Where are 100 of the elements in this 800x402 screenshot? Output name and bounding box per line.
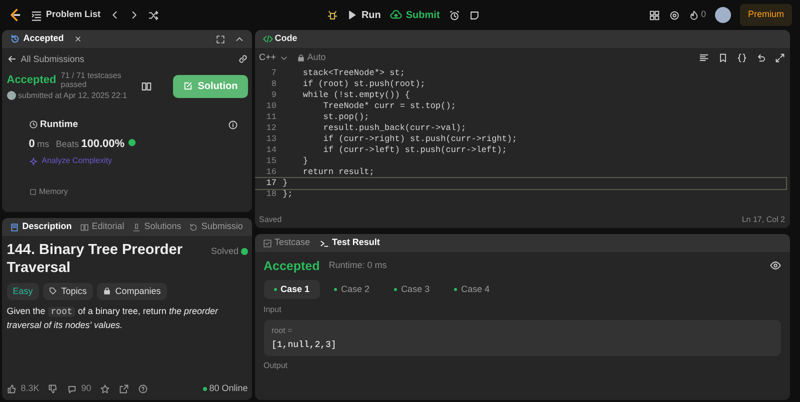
case-dot bbox=[334, 288, 338, 291]
lock-icon bbox=[103, 287, 112, 296]
output-label: Output bbox=[264, 360, 289, 372]
memory-label: Memory bbox=[39, 186, 68, 198]
all-submissions-link[interactable]: All Submissions bbox=[6, 52, 84, 66]
line-number: 17 bbox=[265, 178, 278, 189]
problem-list-button[interactable]: Problem List bbox=[31, 8, 101, 22]
checkbox-icon bbox=[262, 238, 272, 248]
code-line: return result; bbox=[302, 167, 374, 178]
line-number: 8 bbox=[270, 79, 278, 90]
expand-icon[interactable] bbox=[775, 53, 785, 63]
code-line: while (!st.empty()) { bbox=[302, 90, 410, 101]
debug-icon[interactable] bbox=[327, 10, 338, 20]
cloud-upload-icon bbox=[390, 9, 402, 21]
code-title: Code bbox=[274, 32, 298, 46]
online-dot bbox=[202, 386, 207, 391]
avatar-circle bbox=[6, 91, 16, 100]
chevron-up-icon[interactable] bbox=[235, 34, 244, 44]
online-count: 80 Online bbox=[209, 382, 248, 395]
document-icon bbox=[10, 222, 20, 232]
companies-tag[interactable]: Companies bbox=[97, 282, 167, 300]
case-tab[interactable]: Case 3 bbox=[384, 280, 440, 300]
comments-button[interactable]: 90 bbox=[67, 382, 92, 396]
case-dot bbox=[454, 288, 458, 291]
code-line: if (root) st.push(root); bbox=[302, 79, 426, 90]
code-line: if (curr->left) st.push(curr->left); bbox=[322, 145, 507, 156]
code-line: if (curr->right) st.push(curr->right); bbox=[322, 134, 518, 145]
panel-tab[interactable]: Editorial bbox=[80, 220, 124, 234]
input-label: Input bbox=[264, 304, 282, 316]
accepted-tab[interactable]: Accepted bbox=[10, 32, 64, 46]
panel-tab[interactable]: Submissio bbox=[189, 220, 243, 234]
line-number: 15 bbox=[265, 156, 278, 167]
share-icon[interactable] bbox=[119, 384, 130, 394]
star-icon[interactable] bbox=[100, 384, 110, 394]
play-icon bbox=[347, 10, 358, 20]
fullscreen-icon[interactable] bbox=[216, 34, 226, 44]
grid-icon[interactable] bbox=[648, 10, 660, 20]
line-number: 7 bbox=[270, 68, 278, 79]
language-select[interactable]: C++ bbox=[259, 51, 288, 65]
help-icon[interactable] bbox=[138, 384, 148, 394]
alarm-clock-icon[interactable] bbox=[448, 10, 460, 20]
streak-count: 0 bbox=[700, 8, 706, 22]
book-icon[interactable] bbox=[140, 80, 152, 92]
eye-icon[interactable] bbox=[770, 260, 780, 272]
panel-tab[interactable]: Solutions bbox=[132, 220, 182, 234]
input-value: [1,null,2,3] bbox=[272, 340, 338, 350]
book-icon bbox=[80, 222, 89, 232]
bookmark-icon[interactable] bbox=[718, 53, 728, 63]
submit-button[interactable]: Submit bbox=[390, 8, 440, 22]
line-number: 14 bbox=[265, 145, 278, 156]
memory-icon bbox=[28, 188, 37, 196]
note-icon[interactable] bbox=[468, 10, 480, 20]
case-tab[interactable]: Case 4 bbox=[444, 280, 500, 300]
flame-icon[interactable] bbox=[688, 10, 699, 20]
thumbs-down-icon[interactable] bbox=[48, 384, 58, 394]
panel-tab[interactable]: Description bbox=[10, 220, 72, 234]
panel-tab[interactable]: Testcase bbox=[262, 236, 310, 250]
panel-tab[interactable]: Test Result bbox=[320, 236, 380, 250]
difficulty-tag[interactable]: Easy bbox=[6, 282, 39, 300]
comment-icon bbox=[67, 384, 78, 394]
parameter-name: root = bbox=[272, 325, 294, 338]
beats-value: 100.00% bbox=[81, 137, 125, 152]
run-button[interactable]: Run bbox=[347, 8, 381, 22]
avatar-circle[interactable] bbox=[714, 7, 731, 23]
runtime-label: Runtime bbox=[40, 118, 78, 132]
problem-title: 144. Binary Tree Preorder Traversal bbox=[6, 240, 184, 278]
code-line: result.push_back(curr->val); bbox=[322, 123, 466, 134]
line-number: 11 bbox=[265, 112, 278, 123]
beats-label: Beats bbox=[56, 138, 79, 152]
line-number: 18 bbox=[265, 189, 278, 200]
submitted-time: submitted at Apr 12, 2025 22:1 bbox=[18, 90, 127, 102]
chevron-down-icon bbox=[280, 54, 288, 62]
info-icon[interactable] bbox=[228, 120, 238, 130]
like-button[interactable]: 8.3K bbox=[6, 382, 40, 396]
sparkle-icon bbox=[28, 156, 38, 166]
format-icon[interactable] bbox=[699, 53, 709, 63]
undo-icon[interactable] bbox=[756, 53, 766, 63]
topics-tag[interactable]: Topics bbox=[43, 282, 93, 300]
arrow-left-icon bbox=[6, 54, 17, 64]
solved-label: Solved bbox=[210, 244, 238, 258]
logo-icon[interactable] bbox=[8, 8, 22, 22]
premium-button[interactable]: Premium bbox=[740, 4, 792, 26]
shuffle-icon[interactable] bbox=[148, 10, 159, 20]
settings-icon[interactable] bbox=[668, 10, 680, 20]
history-icon bbox=[189, 222, 198, 232]
cursor-position: Ln 17, Col 2 bbox=[742, 214, 785, 226]
close-icon[interactable] bbox=[74, 35, 82, 43]
case-tab[interactable]: Case 1 bbox=[264, 280, 320, 300]
result-status: Accepted bbox=[264, 258, 320, 275]
link-icon[interactable] bbox=[238, 54, 248, 64]
problem-description: Given the root of a binary tree, return the preorder traversal of its nodes' values. bbox=[6, 304, 220, 332]
code-line: st.pop(); bbox=[322, 112, 370, 123]
list-icon bbox=[31, 10, 42, 20]
lock-icon bbox=[297, 54, 306, 62]
code-line: } bbox=[302, 156, 308, 167]
case-dot bbox=[394, 288, 398, 291]
case-tab[interactable]: Case 2 bbox=[324, 280, 380, 300]
thumbs-up-icon bbox=[6, 384, 17, 394]
code-line: TreeNode* curr = st.top(); bbox=[322, 101, 456, 112]
braces-icon[interactable] bbox=[737, 53, 747, 63]
